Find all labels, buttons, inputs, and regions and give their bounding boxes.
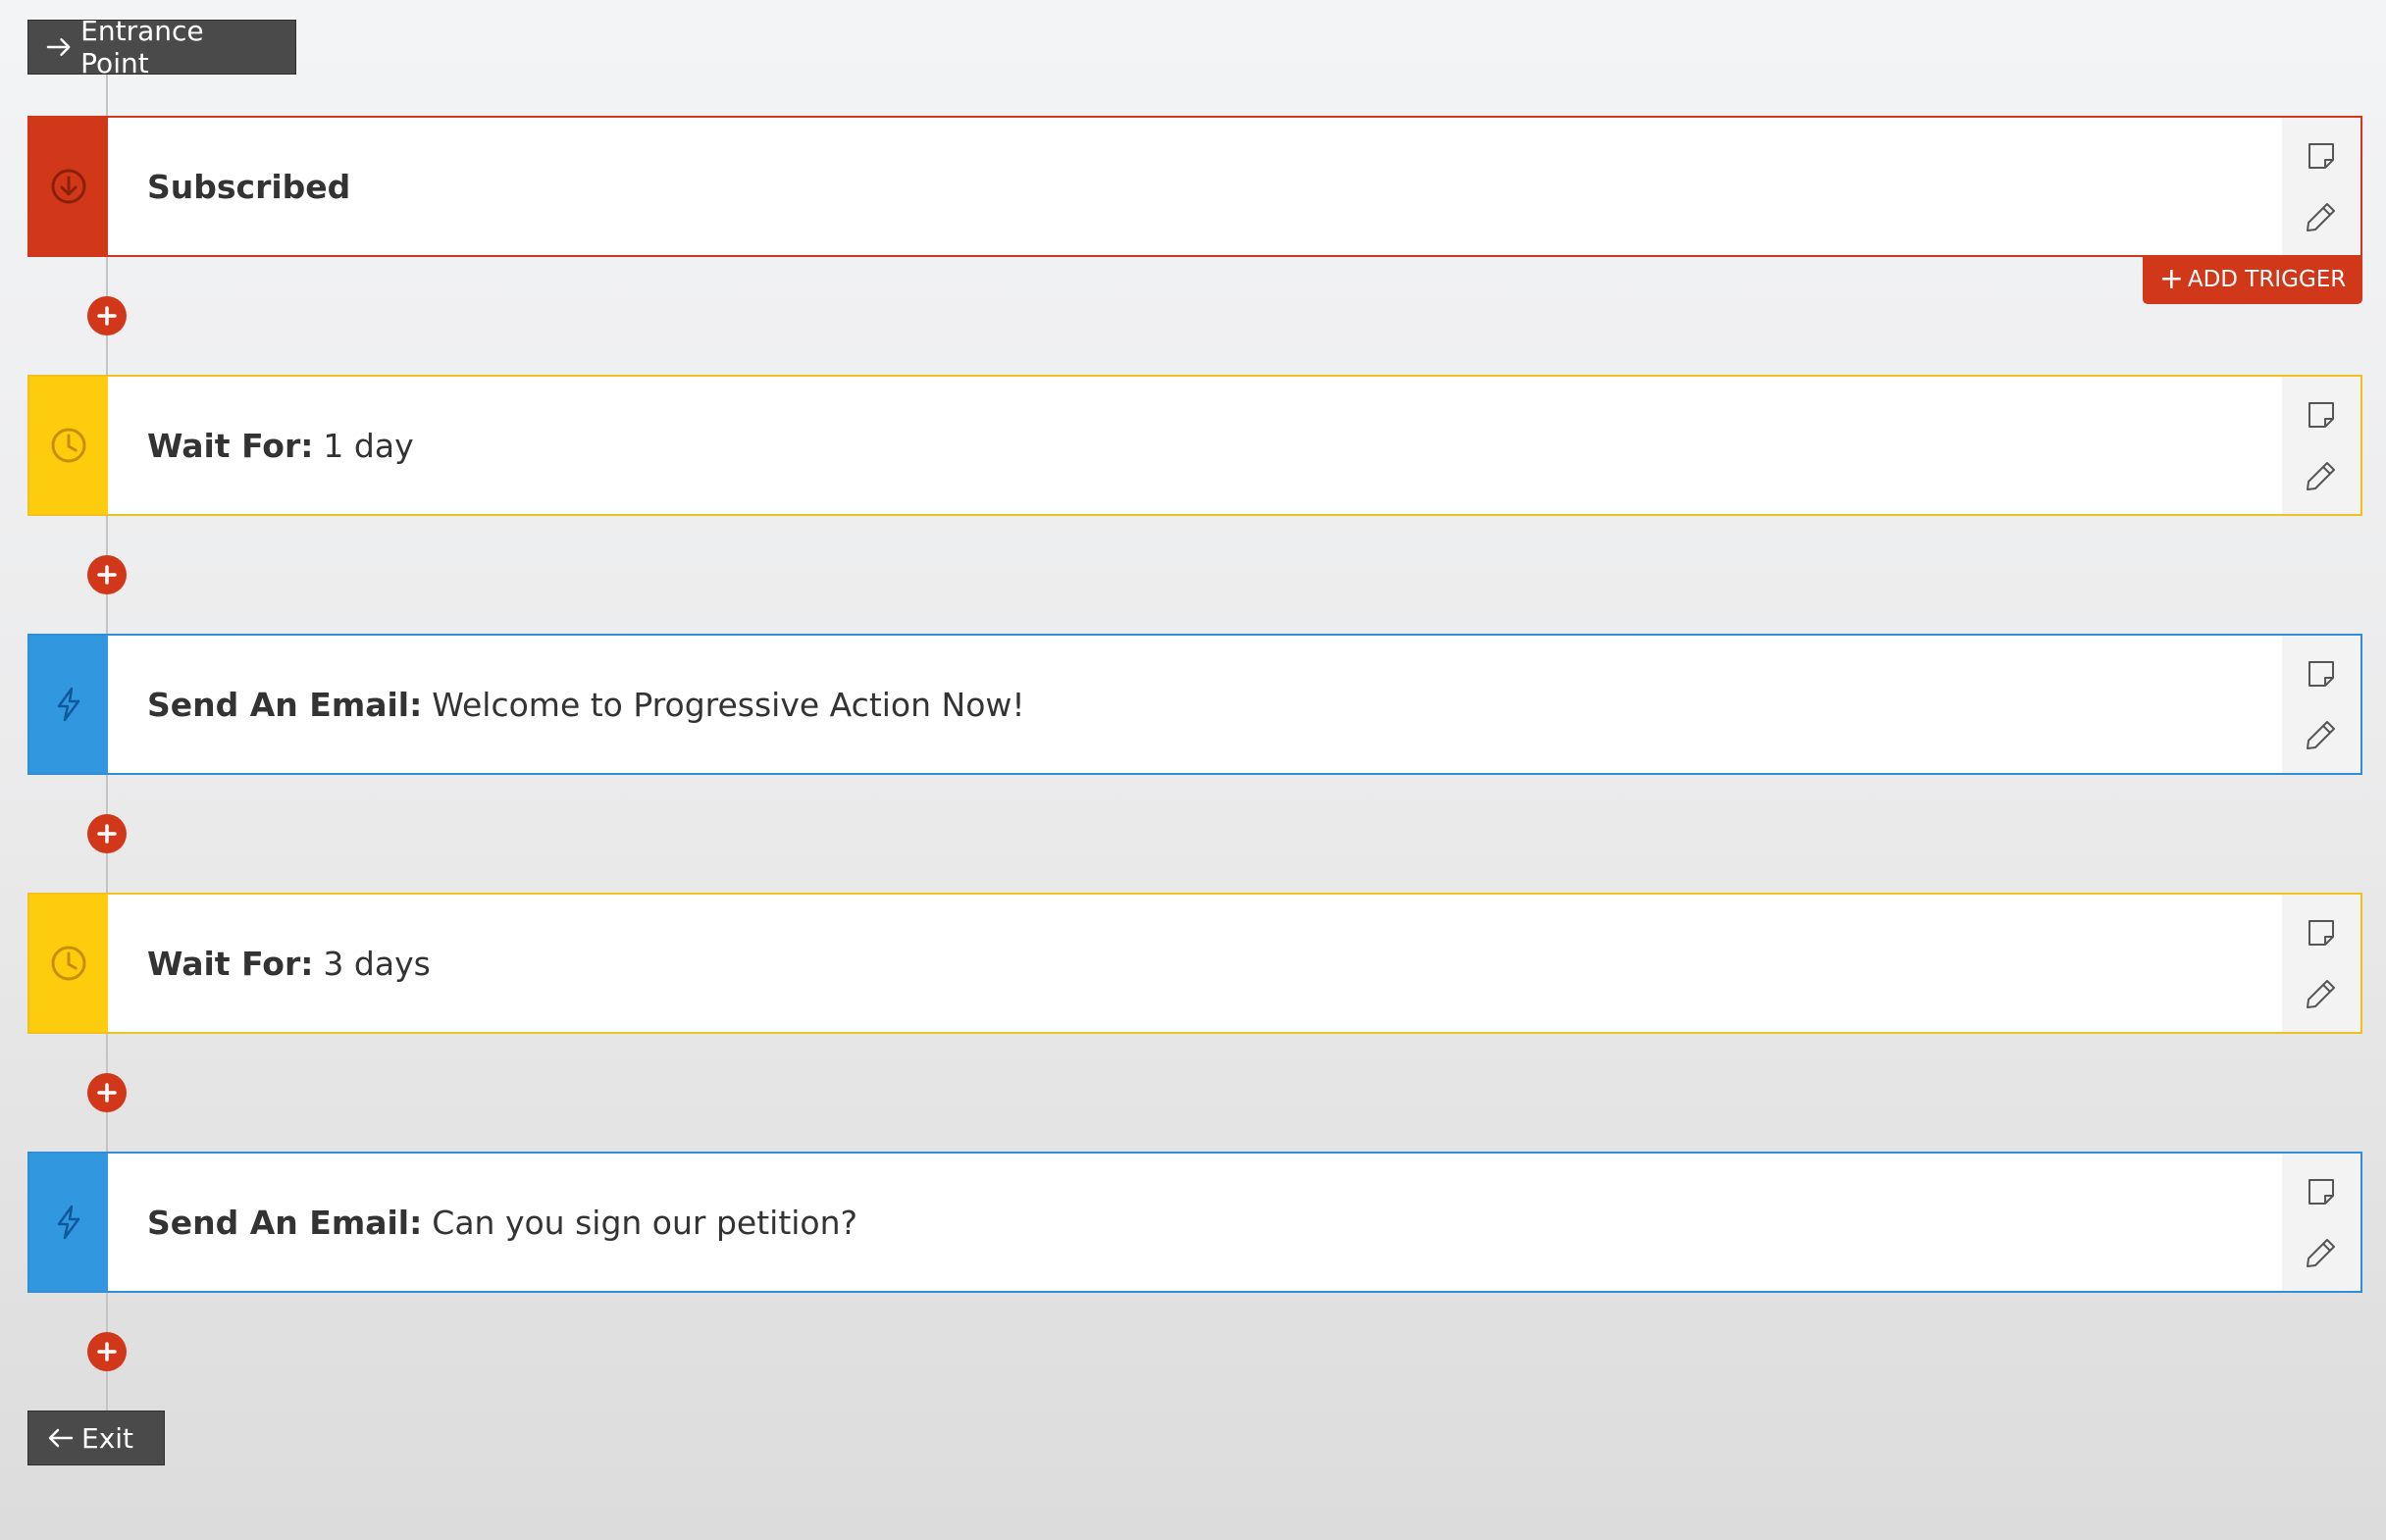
email-type-band — [29, 636, 108, 773]
pencil-icon[interactable] — [2304, 717, 2339, 752]
email-step-1[interactable]: Send An Email: Welcome to Progressive Ac… — [27, 634, 2362, 775]
note-icon[interactable] — [2304, 656, 2339, 692]
note-icon[interactable] — [2304, 397, 2339, 433]
email-type-band — [29, 1154, 108, 1291]
arrow-down-circle-icon — [51, 169, 86, 204]
step-detail: Welcome to Progressive Action Now! — [432, 685, 1025, 724]
lightning-bolt-icon — [57, 1205, 80, 1240]
add-action-button[interactable] — [87, 814, 127, 853]
step-detail: 3 days — [323, 944, 431, 983]
trigger-type-band — [29, 118, 108, 255]
add-trigger-button[interactable]: + ADD TRIGGER — [2143, 255, 2362, 304]
pencil-icon[interactable] — [2304, 458, 2339, 493]
pencil-icon[interactable] — [2304, 1235, 2339, 1270]
clock-icon — [51, 428, 86, 463]
pencil-icon[interactable] — [2304, 976, 2339, 1011]
note-icon[interactable] — [2304, 138, 2339, 174]
step-detail: Can you sign our petition? — [432, 1203, 858, 1242]
wait-step-1[interactable]: Wait For: 1 day — [27, 375, 2362, 516]
wait-step-2[interactable]: Wait For: 3 days — [27, 893, 2362, 1034]
add-trigger-label: ADD TRIGGER — [2187, 267, 2347, 292]
wait-type-band — [29, 895, 108, 1032]
step-title: Wait For: — [147, 944, 314, 983]
entrance-point-label: Entrance Point — [80, 15, 204, 79]
plus-icon: + — [2158, 262, 2184, 296]
arrow-left-icon — [48, 1428, 74, 1448]
exit-label: Exit — [81, 1421, 134, 1455]
step-title: Send An Email: — [147, 1203, 423, 1242]
plus-icon — [97, 824, 117, 844]
email-step-2[interactable]: Send An Email: Can you sign our petition… — [27, 1152, 2362, 1293]
note-icon[interactable] — [2304, 1174, 2339, 1209]
lightning-bolt-icon — [57, 687, 80, 722]
note-icon[interactable] — [2304, 915, 2339, 950]
arrow-right-icon — [46, 38, 71, 56]
add-action-button[interactable] — [87, 555, 127, 594]
wait-type-band — [29, 377, 108, 514]
trigger-step-subscribed[interactable]: Subscribed — [27, 116, 2362, 257]
add-action-button[interactable] — [87, 296, 127, 335]
step-title: Wait For: — [147, 426, 314, 465]
exit-button[interactable]: Exit — [27, 1411, 165, 1465]
plus-icon — [97, 1342, 117, 1361]
pencil-icon[interactable] — [2304, 199, 2339, 234]
add-action-button[interactable] — [87, 1073, 127, 1112]
plus-icon — [97, 565, 117, 585]
step-title: Send An Email: — [147, 685, 423, 724]
step-title: Subscribed — [147, 167, 351, 206]
plus-icon — [97, 306, 117, 326]
add-action-button[interactable] — [87, 1332, 127, 1371]
clock-icon — [51, 946, 86, 981]
plus-icon — [97, 1083, 117, 1103]
step-detail: 1 day — [323, 426, 414, 465]
entrance-point-button[interactable]: Entrance Point — [27, 15, 296, 79]
